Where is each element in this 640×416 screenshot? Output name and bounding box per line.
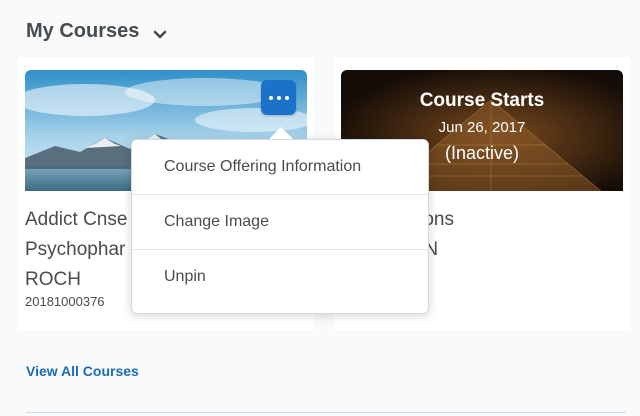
menu-item-change-image[interactable]: Change Image [132,194,428,249]
ellipsis-icon [284,95,289,100]
banner-title: Course Starts [419,90,545,111]
course-options-menu: Course Offering Information Change Image… [131,139,429,314]
course-options-button[interactable] [261,80,296,115]
course-code: 20181000376 [25,294,105,309]
chevron-down-icon[interactable] [153,27,167,38]
ellipsis-icon [268,95,273,100]
banner-date: Jun 26, 2017 [438,119,526,136]
menu-item-course-offering-info[interactable]: Course Offering Information [132,140,428,194]
view-all-courses-link[interactable]: View All Courses [26,363,139,379]
widget-title: My Courses [26,20,140,42]
divider [26,412,626,413]
my-courses-widget: My Courses Addict Cnse Psychophar ROCH 2… [0,0,640,416]
ellipsis-icon [276,95,281,100]
banner-status: (Inactive) [444,143,520,163]
menu-arrow [269,127,293,139]
my-courses-header[interactable]: My Courses [26,20,167,43]
menu-item-unpin[interactable]: Unpin [132,249,428,304]
